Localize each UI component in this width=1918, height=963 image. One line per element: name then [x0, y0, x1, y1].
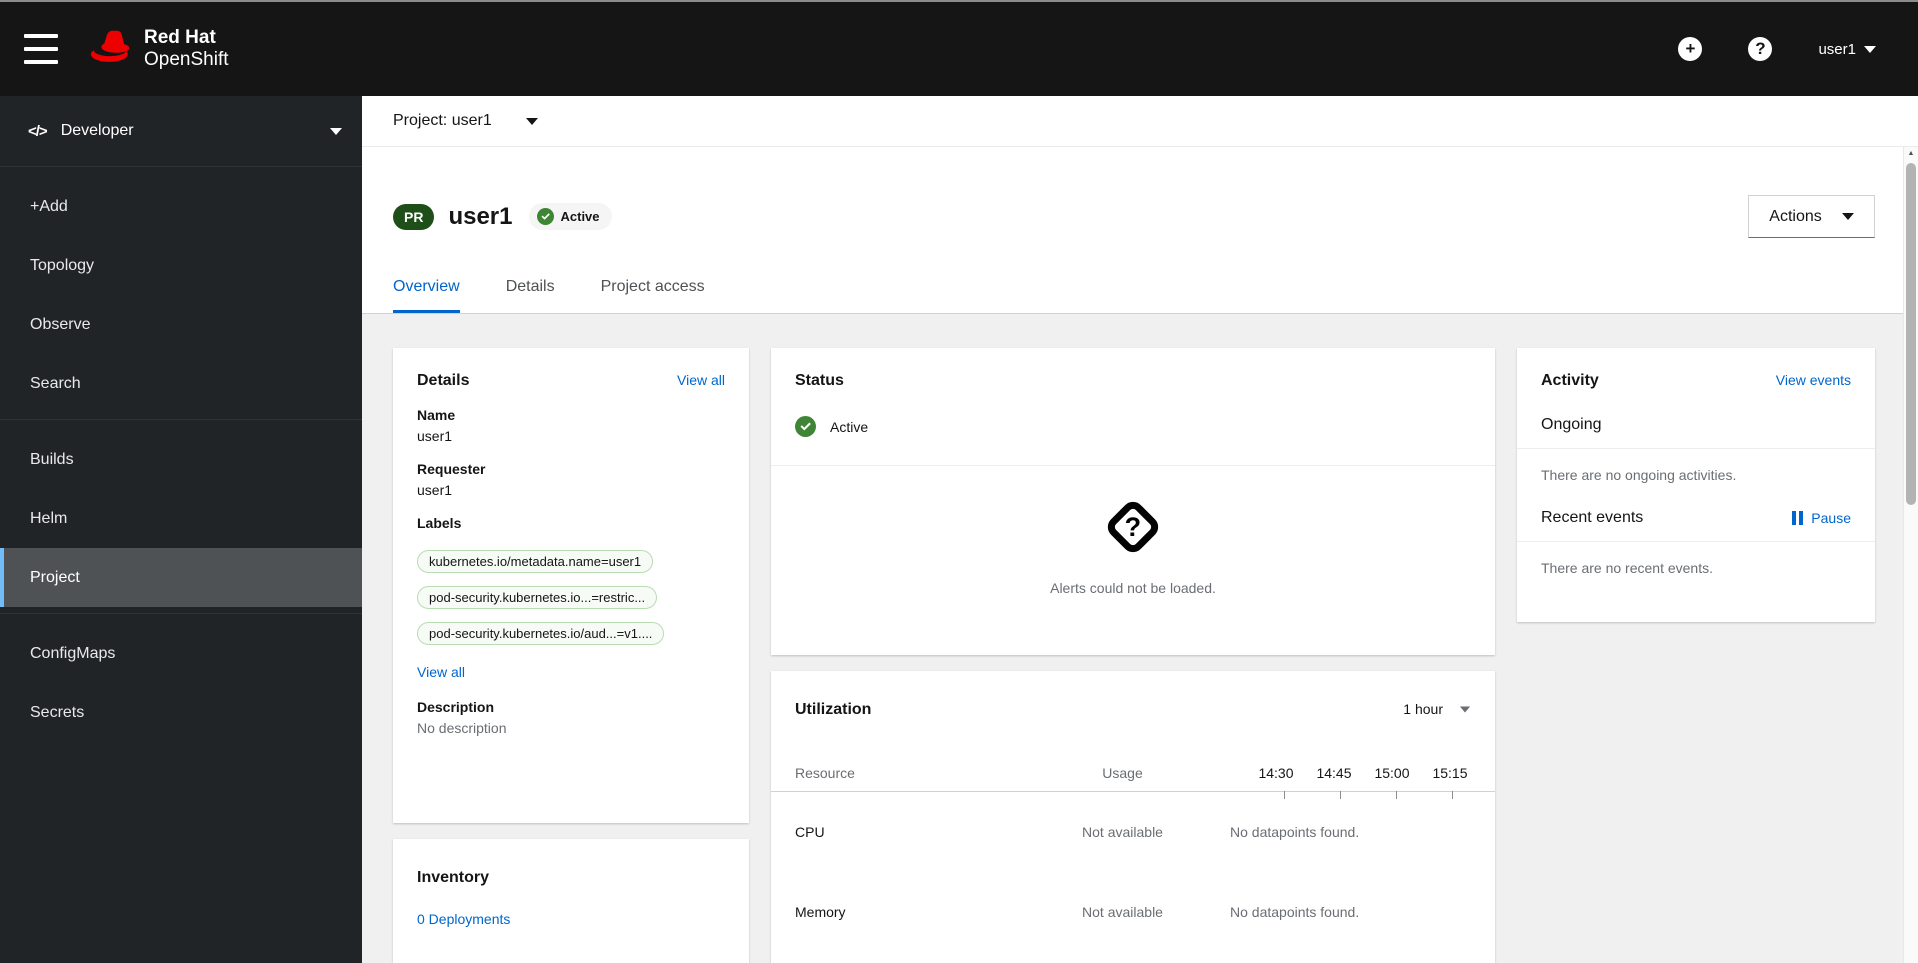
- status-badge-label: Active: [560, 209, 600, 224]
- scrollbar-up-arrow-icon[interactable]: ▲: [1904, 150, 1918, 157]
- label-chip[interactable]: pod-security.kubernetes.io/aud...=v1....: [417, 622, 665, 645]
- name-label: Name: [417, 407, 456, 423]
- sidebar-item-search[interactable]: Search: [0, 354, 362, 413]
- axis-divider: [771, 791, 1495, 799]
- time-tick-label: 15:15: [1432, 765, 1468, 781]
- tab-project-access[interactable]: Project access: [601, 278, 705, 313]
- inventory-card-title: Inventory: [417, 869, 490, 886]
- inventory-card: Inventory 0 Deployments: [393, 839, 749, 963]
- sidebar-item-topology[interactable]: Topology: [0, 236, 362, 295]
- scrollbar-thumb[interactable]: [1906, 163, 1916, 505]
- description-value: No description: [417, 720, 507, 736]
- chevron-down-icon: [330, 127, 342, 135]
- time-tick-label: 14:45: [1316, 765, 1352, 781]
- project-selector[interactable]: Project: user1: [362, 96, 1918, 147]
- code-icon: </>: [28, 122, 48, 140]
- utilization-row-cpu: CPU Not available No datapoints found.: [795, 824, 1471, 840]
- sidebar-item-builds[interactable]: Builds: [0, 430, 362, 489]
- status-active-label: Active: [830, 418, 869, 435]
- project-selector-label: Project: user1: [393, 112, 492, 129]
- usage-value: Not available: [1082, 824, 1163, 840]
- perspective-label: Developer: [60, 122, 134, 139]
- pause-icon: [1792, 511, 1804, 525]
- labels-label: Labels: [417, 515, 462, 531]
- time-tick-label: 15:00: [1374, 765, 1410, 781]
- sidebar-item-add[interactable]: +Add: [0, 177, 362, 236]
- sidebar-item-project[interactable]: Project: [0, 548, 362, 607]
- user-menu[interactable]: user1: [1818, 41, 1876, 58]
- recent-events-heading: Recent events: [1541, 509, 1644, 526]
- brand-line1: Red Hat: [144, 27, 216, 48]
- details-card: Details View all Name user1 Requester us…: [393, 348, 749, 823]
- activity-card: Activity View events Ongoing There are n…: [1517, 348, 1875, 622]
- add-plus-circle-icon[interactable]: +: [1678, 37, 1703, 61]
- requester-label: Requester: [417, 461, 486, 477]
- duration-dropdown[interactable]: 1 hour: [1403, 701, 1471, 717]
- masthead: Red Hat OpenShift + ? user1: [0, 2, 1918, 96]
- view-events-link[interactable]: View events: [1776, 372, 1851, 388]
- label-chip[interactable]: pod-security.kubernetes.io...=restric...: [417, 586, 658, 609]
- check-circle-icon: [536, 208, 554, 225]
- recent-empty-message: There are no recent events.: [1541, 560, 1713, 576]
- actions-label: Actions: [1769, 207, 1822, 225]
- brand-line2: OpenShift: [144, 49, 229, 70]
- details-view-all-link[interactable]: View all: [677, 372, 725, 388]
- usage-column-header: Usage: [1102, 765, 1143, 781]
- status-badge: Active: [528, 203, 612, 230]
- username: user1: [1818, 40, 1856, 58]
- ongoing-empty-message: There are no ongoing activities.: [1541, 467, 1737, 483]
- datapoints-message: No datapoints found.: [1230, 904, 1360, 920]
- pause-button[interactable]: Pause: [1792, 510, 1851, 526]
- help-question-circle-icon[interactable]: ?: [1748, 37, 1773, 61]
- unknown-icon: ?: [1103, 497, 1163, 557]
- details-card-title: Details: [417, 372, 470, 389]
- check-circle-icon: [795, 416, 816, 437]
- resource-name: Memory: [795, 904, 846, 920]
- openshift-logo: Red Hat OpenShift: [88, 27, 229, 71]
- ongoing-heading: Ongoing: [1541, 416, 1602, 433]
- sidebar-item-observe[interactable]: Observe: [0, 295, 362, 354]
- vertical-scrollbar: ▲: [1903, 147, 1918, 963]
- name-value: user1: [417, 428, 453, 444]
- sidebar-item-secrets[interactable]: Secrets: [0, 683, 362, 742]
- time-axis: 14:30 14:45 15:00 15:15: [1230, 765, 1471, 781]
- alerts-message: Alerts could not be loaded.: [1050, 580, 1216, 596]
- chevron-down-icon: [525, 117, 538, 125]
- deployments-link[interactable]: 0 Deployments: [417, 911, 510, 927]
- resource-name: CPU: [795, 824, 825, 840]
- nav-toggle-hamburger-icon[interactable]: [24, 34, 58, 64]
- page-header: PR user1 Active Actions Overview Details…: [362, 147, 1918, 314]
- perspective-switcher[interactable]: </> Developer: [0, 96, 362, 167]
- duration-value: 1 hour: [1403, 701, 1443, 717]
- utilization-row-memory: Memory Not available No datapoints found…: [795, 904, 1471, 920]
- description-label: Description: [417, 699, 495, 715]
- labels-view-all-link[interactable]: View all: [417, 664, 465, 680]
- page-title: user1: [448, 202, 513, 230]
- tab-overview[interactable]: Overview: [393, 278, 460, 313]
- tab-bar: Overview Details Project access: [393, 278, 1875, 313]
- tab-details[interactable]: Details: [506, 278, 555, 313]
- status-card-title: Status: [795, 372, 844, 389]
- resource-column-header: Resource: [795, 765, 855, 781]
- project-kind-badge: PR: [393, 203, 435, 230]
- utilization-card: Utilization 1 hour Resource Usage 14:30 …: [771, 671, 1495, 963]
- sidebar-nav: </> Developer +Add Topology Observe Sear…: [0, 96, 362, 963]
- pause-label: Pause: [1811, 510, 1851, 526]
- label-chip[interactable]: kubernetes.io/metadata.name=user1: [417, 550, 654, 573]
- redhat-hat-icon: [88, 29, 134, 70]
- time-tick-label: 14:30: [1258, 765, 1294, 781]
- status-card: Status Active ? Alerts could not be load…: [771, 348, 1495, 655]
- chevron-down-icon: [1459, 706, 1471, 712]
- main-content: Project: user1 PR user1 Active Actions O…: [362, 96, 1918, 963]
- utilization-card-title: Utilization: [795, 701, 872, 718]
- sidebar-item-helm[interactable]: Helm: [0, 489, 362, 548]
- chevron-down-icon: [1841, 213, 1854, 220]
- chevron-down-icon: [1864, 45, 1876, 53]
- requester-value: user1: [417, 482, 453, 498]
- activity-card-title: Activity: [1541, 372, 1599, 389]
- usage-value: Not available: [1082, 904, 1163, 920]
- datapoints-message: No datapoints found.: [1230, 824, 1360, 840]
- actions-dropdown-button[interactable]: Actions: [1748, 195, 1875, 238]
- sidebar-item-configmaps[interactable]: ConfigMaps: [0, 624, 362, 683]
